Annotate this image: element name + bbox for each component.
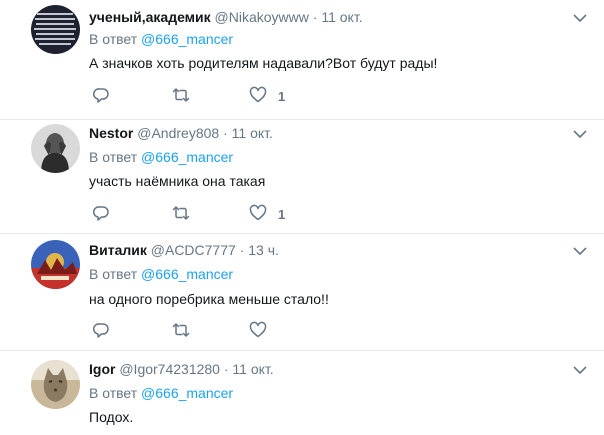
reply-prefix: В ответ [89,31,138,47]
retweet-icon[interactable] [172,321,190,339]
reply-icon[interactable] [92,86,110,104]
display-name[interactable]: ученый,академик [89,9,211,25]
tweet-header: ученый,академик @Nikakoywww · 11 окт. [89,9,363,25]
avatar[interactable] [31,240,80,289]
reply-prefix: В ответ [89,266,138,282]
reply-mention-link[interactable]: @666_mancer [141,266,233,282]
chevron-down-icon[interactable] [573,247,587,256]
user-handle[interactable]: @Andrey808 [137,125,219,141]
reply-context: В ответ @666_mancer [89,385,233,401]
tweet-header: Igor @Igor74231280 · 11 окт. [89,361,274,377]
avatar[interactable] [31,124,80,173]
user-handle[interactable]: @Nikakoywww [215,9,309,25]
dot-separator: · [223,125,228,141]
display-name[interactable]: Igor [89,361,115,377]
like-icon[interactable] [249,321,267,339]
reply-mention-link[interactable]: @666_mancer [141,385,233,401]
reply-prefix: В ответ [89,149,138,165]
reply-icon[interactable] [92,321,110,339]
chevron-down-icon[interactable] [573,366,587,375]
like-count: 1 [278,207,286,222]
timestamp[interactable]: 11 окт. [232,361,273,377]
tweet-divider [0,233,604,234]
like-count: 1 [278,89,286,104]
retweet-icon[interactable] [172,86,190,104]
user-handle[interactable]: @Igor74231280 [119,361,220,377]
tweet-text: А значков хоть родителям надавали?Вот бу… [89,55,438,71]
dot-separator: · [223,361,229,377]
chevron-down-icon[interactable] [573,130,587,139]
reply-mention-link[interactable]: @666_mancer [141,149,233,165]
avatar[interactable] [31,5,80,54]
timestamp[interactable]: 11 окт. [232,125,273,141]
reply-context: В ответ @666_mancer [89,266,233,282]
user-handle[interactable]: @ACDC7777 [151,242,236,258]
display-name[interactable]: Виталик [89,242,147,258]
tweet-text: на одного поребрика меньше стало!! [89,291,329,307]
reply-prefix: В ответ [89,385,138,401]
timestamp[interactable]: 13 ч. [248,242,279,258]
chevron-down-icon[interactable] [573,14,587,23]
dot-separator: · [312,9,318,25]
reply-mention-link[interactable]: @666_mancer [141,31,233,47]
like-icon[interactable] [249,86,267,104]
like-icon[interactable] [249,204,267,222]
tweet-divider [0,119,604,120]
tweet-header: Виталик @ACDC7777 · 13 ч. [89,242,279,258]
timestamp[interactable]: 11 окт. [321,9,362,25]
reply-context: В ответ @666_mancer [89,31,233,47]
retweet-icon[interactable] [172,204,190,222]
dot-separator: · [239,242,245,258]
tweet-header: Nestor @Andrey808 · 11 окт. [89,125,273,141]
reply-icon[interactable] [92,204,110,222]
avatar[interactable] [31,360,80,409]
tweet-text: Подох. [89,409,134,425]
display-name[interactable]: Nestor [89,125,133,141]
reply-context: В ответ @666_mancer [89,149,233,165]
tweet-divider [0,350,604,351]
tweet-text: участь наёмника она такая [89,173,266,189]
